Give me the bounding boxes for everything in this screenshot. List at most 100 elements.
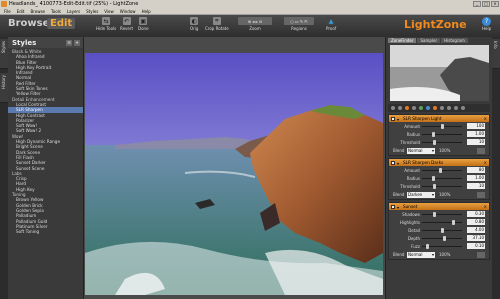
blend-opacity[interactable]: 100%	[439, 192, 450, 197]
slider-track[interactable]	[422, 221, 462, 223]
clone-icon[interactable]	[454, 106, 458, 110]
slider-knob[interactable]	[425, 243, 429, 249]
sharpen-icon[interactable]	[412, 106, 416, 110]
relight-icon[interactable]	[405, 106, 409, 110]
style-item[interactable]: Soft Toning	[8, 229, 83, 234]
close-tool-icon[interactable]: ×	[484, 115, 487, 122]
blend-opacity[interactable]: 100%	[439, 148, 450, 153]
tab-styles[interactable]: Styles	[0, 39, 8, 69]
blend-mode-select[interactable]: Normal	[407, 147, 435, 154]
original-button[interactable]: ◐ Orig	[190, 17, 198, 31]
noise-reduction-icon[interactable]	[419, 106, 423, 110]
slider-value-field[interactable]: 10	[467, 182, 485, 189]
slider-row: Depth 37.10	[389, 234, 489, 242]
menu-layers[interactable]: Layers	[67, 8, 80, 14]
slider-track[interactable]	[422, 133, 462, 135]
tab-history[interactable]: History	[0, 73, 8, 103]
menu-view[interactable]: View	[104, 8, 114, 14]
tool-panel-header[interactable]: ▾ SLR Sharpen Darks ×	[389, 159, 489, 166]
blur-icon[interactable]	[447, 106, 451, 110]
tool-panel-header[interactable]: ▾ Sunset ×	[389, 203, 489, 210]
zoom-icon: ⊕ ◂ ▸ ⊖	[238, 17, 272, 25]
styles-add-icon[interactable]: +	[74, 39, 80, 46]
slider-track[interactable]	[422, 213, 462, 215]
slider-value-field[interactable]: 10	[467, 138, 485, 145]
browse-mode-button[interactable]: Browse	[8, 18, 49, 29]
revert-icon: ↶	[122, 17, 131, 25]
region-mask-icon[interactable]	[477, 147, 485, 154]
slider-knob[interactable]	[433, 183, 437, 189]
slider-knob[interactable]	[439, 167, 443, 173]
original-label: Orig	[190, 26, 199, 31]
slider-value-field[interactable]: 1.00	[467, 174, 485, 181]
color-balance-icon[interactable]	[426, 106, 430, 110]
help-button[interactable]: ? Help	[482, 17, 491, 31]
original-icon: ◐	[190, 17, 199, 25]
spot-icon[interactable]	[461, 106, 465, 110]
menu-file[interactable]: File	[4, 8, 11, 14]
slider-label: Threshold	[400, 183, 420, 189]
tab-sampler[interactable]: Sampler	[417, 38, 441, 43]
close-tool-icon[interactable]: ×	[484, 203, 487, 210]
blend-mode-select[interactable]: Normal	[407, 251, 435, 258]
slider-value-field[interactable]: 0.30	[467, 210, 485, 217]
slider-knob[interactable]	[441, 227, 444, 233]
zoom-control[interactable]: ⊕ ◂ ▸ ⊖ Zoom	[238, 17, 272, 31]
slider-value-field[interactable]: 0.10	[467, 242, 485, 249]
slider-knob[interactable]	[431, 175, 435, 181]
tool-enable-checkbox[interactable]	[391, 160, 395, 165]
slider-knob[interactable]	[442, 235, 446, 241]
menu-browse[interactable]: Browse	[30, 8, 45, 14]
menu-help[interactable]: Help	[142, 8, 151, 14]
maximize-button[interactable]: □	[482, 1, 490, 7]
slider-knob[interactable]	[452, 219, 456, 225]
slider-track[interactable]	[422, 185, 462, 187]
slider-value-field[interactable]: 1.00	[467, 130, 485, 137]
slider-track[interactable]	[422, 141, 462, 143]
slider-value-field[interactable]: 4.00	[467, 226, 485, 233]
revert-button[interactable]: ↶ Revert	[120, 17, 133, 31]
minimize-button[interactable]: _	[473, 1, 481, 7]
slider-track[interactable]	[422, 177, 462, 179]
tool-enable-checkbox[interactable]	[391, 116, 395, 121]
zone-mapper-icon[interactable]	[391, 106, 395, 110]
hue-saturation-icon[interactable]	[433, 106, 437, 110]
slider-value-field[interactable]: 0.80	[467, 218, 485, 225]
photo-image	[85, 53, 383, 295]
tab-info[interactable]: Info	[492, 39, 500, 69]
regions-control[interactable]: ○ ▭ ✎ ⇱ Regions	[284, 17, 314, 31]
tab-history-label: History	[1, 75, 6, 90]
close-button[interactable]: ×	[491, 1, 499, 7]
crop-rotate-button[interactable]: ⌗ Crop Rotate	[205, 17, 229, 31]
slider-value-field[interactable]: 80	[467, 166, 485, 173]
styles-menu-icon[interactable]: ☰	[66, 39, 72, 46]
slider-knob[interactable]	[441, 123, 444, 129]
blend-mode-select[interactable]: Darken	[407, 191, 435, 198]
region-mask-icon[interactable]	[477, 251, 485, 258]
slider-value-field[interactable]: 37.10	[467, 234, 485, 241]
menu-window[interactable]: Window	[120, 8, 136, 14]
slider-knob[interactable]	[431, 131, 435, 137]
tab-histogram[interactable]: Histogram	[441, 38, 468, 43]
slider-knob[interactable]	[433, 139, 437, 145]
tool-panel-header[interactable]: ▾ SLR Sharpen Light ×	[389, 115, 489, 122]
white-balance-icon[interactable]	[440, 106, 444, 110]
menu-edit[interactable]: Edit	[17, 8, 25, 14]
slider-knob[interactable]	[433, 211, 437, 217]
slider-label: Highlights	[399, 219, 420, 225]
blend-opacity[interactable]: 100%	[439, 252, 450, 257]
close-tool-icon[interactable]: ×	[484, 159, 487, 166]
hide-tools-button[interactable]: ⇆ Hide Tools	[96, 17, 116, 31]
menu-styles[interactable]: Styles	[86, 8, 98, 14]
image-canvas[interactable]	[84, 37, 385, 299]
tone-curve-icon[interactable]	[398, 106, 402, 110]
tab-zonefinder[interactable]: ZoneFinder	[388, 38, 417, 43]
slider-value-field[interactable]: 100	[467, 122, 485, 129]
tool-enable-checkbox[interactable]	[391, 204, 395, 209]
proof-button[interactable]: ▲ Proof	[326, 17, 336, 31]
edit-mode-button[interactable]: Edit	[47, 18, 76, 29]
done-button[interactable]: ▣ Done	[138, 17, 149, 31]
menu-tools[interactable]: Tools	[51, 8, 61, 14]
slider-label: Threshold	[400, 139, 420, 145]
region-mask-icon[interactable]	[477, 191, 485, 198]
